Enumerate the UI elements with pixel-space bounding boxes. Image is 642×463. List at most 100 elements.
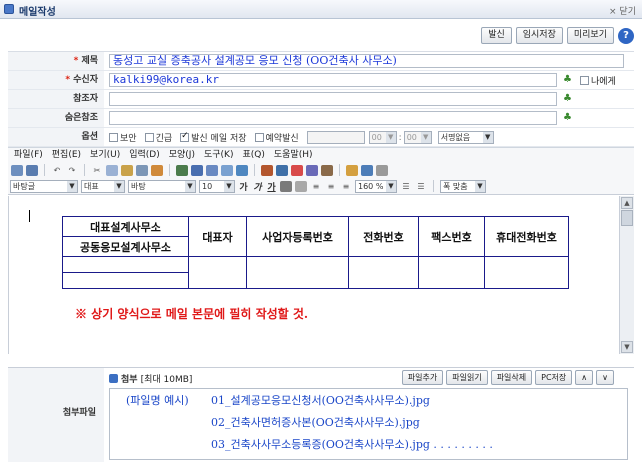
attachment-list[interactable]: (파일명 예시) 01_설계공모응모신청서(OO건축사사무소).jpg 02_건… [109, 388, 628, 460]
table-cell[interactable] [484, 256, 569, 289]
delete-file-button[interactable]: 파일삭제 [490, 370, 533, 385]
scroll-thumb[interactable] [621, 210, 633, 226]
close-button[interactable]: × 닫기 [609, 4, 636, 17]
align-left-icon[interactable]: ≡ [310, 181, 322, 192]
menu-view[interactable]: 보기(U) [90, 148, 120, 162]
copy-icon[interactable] [106, 164, 118, 176]
to-self-label: 나에게 [591, 77, 616, 87]
editor-menu-bar: 파일(F) 편집(E) 보기(U) 입력(D) 모양(J) 도구(K) 표(Q)… [8, 147, 634, 162]
list-item[interactable]: 02_건축사면허증사본(OO건축사사무소).jpg [211, 414, 420, 430]
schedule-date-input[interactable] [306, 131, 365, 144]
move-up-button[interactable]: ∧ [575, 370, 594, 385]
urgent-checkbox[interactable] [144, 133, 154, 142]
media-icon[interactable] [291, 164, 303, 176]
preview-button[interactable]: 미리보기 [566, 27, 614, 44]
move-down-button[interactable]: ∨ [596, 370, 614, 385]
scheduled-label: 예약발신 [265, 134, 299, 144]
menu-edit[interactable]: 편집(E) [52, 148, 81, 162]
minute-select[interactable]: 00 [407, 133, 417, 142]
pc-save-button[interactable]: PC저장 [535, 370, 573, 385]
save-draft-button[interactable]: 임시저장 [515, 27, 563, 44]
subject-input[interactable]: 동성고 교실 증축공사 설계공모 응모 신청 (OO건축사 사무소) [109, 54, 624, 68]
table-header: 휴대전화번호 [484, 216, 569, 257]
address-book-icon[interactable]: ♣ [561, 74, 574, 86]
font-size-select[interactable]: 10 [202, 182, 212, 191]
editor-scrollbar[interactable]: ▲ ▼ [619, 196, 634, 354]
image-icon[interactable] [261, 164, 273, 176]
menu-tools[interactable]: 도구(K) [204, 148, 234, 162]
emoticon-icon[interactable] [306, 164, 318, 176]
table-cell[interactable] [62, 256, 189, 273]
chart-icon[interactable] [276, 164, 288, 176]
table-cell[interactable] [62, 272, 189, 289]
save-sent-checkbox[interactable] [180, 131, 190, 142]
background-color-icon[interactable] [295, 180, 307, 192]
table-header: 팩스번호 [418, 216, 485, 257]
chevron-down-icon: ▼ [67, 180, 77, 192]
language-select[interactable]: 대표 [84, 182, 99, 191]
symbol-icon[interactable] [206, 164, 218, 176]
scroll-down-icon[interactable]: ▼ [621, 341, 633, 353]
signature-select[interactable]: 서명없음 [441, 133, 470, 142]
bcc-address-book-icon[interactable]: ♣ [561, 112, 574, 124]
list-item[interactable]: 01_설계공모응모신청서(OO건축사사무소).jpg [211, 392, 430, 408]
align-center-icon[interactable]: ≡ [325, 181, 337, 192]
numbered-list-icon[interactable]: ☰ [415, 181, 427, 192]
italic-button[interactable]: 가 [252, 180, 263, 193]
align-right-icon[interactable]: ≡ [340, 181, 352, 192]
zoom-select[interactable]: 폭 맞춤 [443, 182, 468, 191]
line-spacing-select[interactable]: 160 % [358, 182, 383, 191]
bullet-list-icon[interactable]: ☰ [400, 181, 412, 192]
chevron-down-icon: ▼ [385, 132, 396, 143]
style-icon[interactable] [151, 164, 163, 176]
help-icon[interactable]: ? [618, 27, 634, 44]
secure-checkbox[interactable] [109, 133, 118, 142]
menu-file[interactable]: 파일(F) [14, 148, 43, 162]
bcc-input[interactable] [109, 111, 557, 125]
list-item[interactable]: 03_건축사사무소등록증(OO건축사사무소).jpg . . . . . . .… [211, 436, 493, 452]
cut-icon[interactable]: ✂ [91, 165, 103, 176]
cc-address-book-icon[interactable]: ♣ [561, 93, 574, 105]
bold-button[interactable]: 가 [238, 180, 249, 193]
new-doc-icon[interactable] [11, 164, 23, 176]
source-view-icon[interactable] [376, 164, 388, 176]
read-file-button[interactable]: 파일읽기 [446, 370, 488, 385]
table-cell[interactable] [348, 256, 419, 289]
undo-icon[interactable]: ↶ [51, 165, 63, 176]
print-icon[interactable] [26, 164, 38, 176]
table-cell[interactable] [418, 256, 485, 289]
highlight-icon[interactable] [346, 164, 358, 176]
table-icon[interactable] [236, 164, 248, 176]
table-cell[interactable] [246, 256, 349, 289]
underline-button[interactable]: 가 [266, 180, 277, 193]
menu-format[interactable]: 모양(J) [169, 148, 195, 162]
attachment-label: 첨부파일 [8, 368, 104, 462]
chevron-down-icon: ▼ [475, 180, 485, 192]
hyperlink-icon[interactable] [221, 164, 233, 176]
mail-body-editor[interactable]: 대표설계사무소 대표자 사업자등록번호 전화번호 팩스번호 휴대전화번호 공동응… [8, 196, 626, 354]
spell-check-icon[interactable] [176, 164, 188, 176]
send-button[interactable]: 발신 [481, 27, 512, 44]
char-map-icon[interactable] [191, 164, 203, 176]
hour-select[interactable]: 00 [372, 133, 382, 142]
add-file-button[interactable]: 파일추가 [401, 370, 444, 385]
redo-icon[interactable]: ↷ [66, 165, 78, 176]
scheduled-checkbox[interactable] [254, 133, 264, 142]
menu-help[interactable]: 도움말(H) [274, 148, 313, 162]
save-sent-label: 발신 메일 저장 [191, 134, 247, 144]
table-header: 전화번호 [348, 216, 419, 257]
scroll-up-icon[interactable]: ▲ [621, 197, 633, 209]
format-painter-icon[interactable] [136, 164, 148, 176]
object-icon[interactable] [321, 164, 333, 176]
paragraph-style-select[interactable]: 바탕글 [13, 182, 35, 191]
grid-icon[interactable] [361, 164, 373, 176]
paste-icon[interactable] [121, 164, 133, 176]
cc-input[interactable] [109, 92, 557, 106]
table-cell[interactable] [188, 256, 247, 289]
font-color-icon[interactable] [280, 180, 292, 192]
font-select[interactable]: 바탕 [131, 182, 146, 191]
to-input[interactable]: kalki99@korea.kr [109, 73, 557, 87]
menu-table[interactable]: 표(Q) [242, 148, 264, 162]
to-self-checkbox[interactable] [580, 76, 589, 85]
menu-insert[interactable]: 입력(D) [129, 148, 160, 162]
